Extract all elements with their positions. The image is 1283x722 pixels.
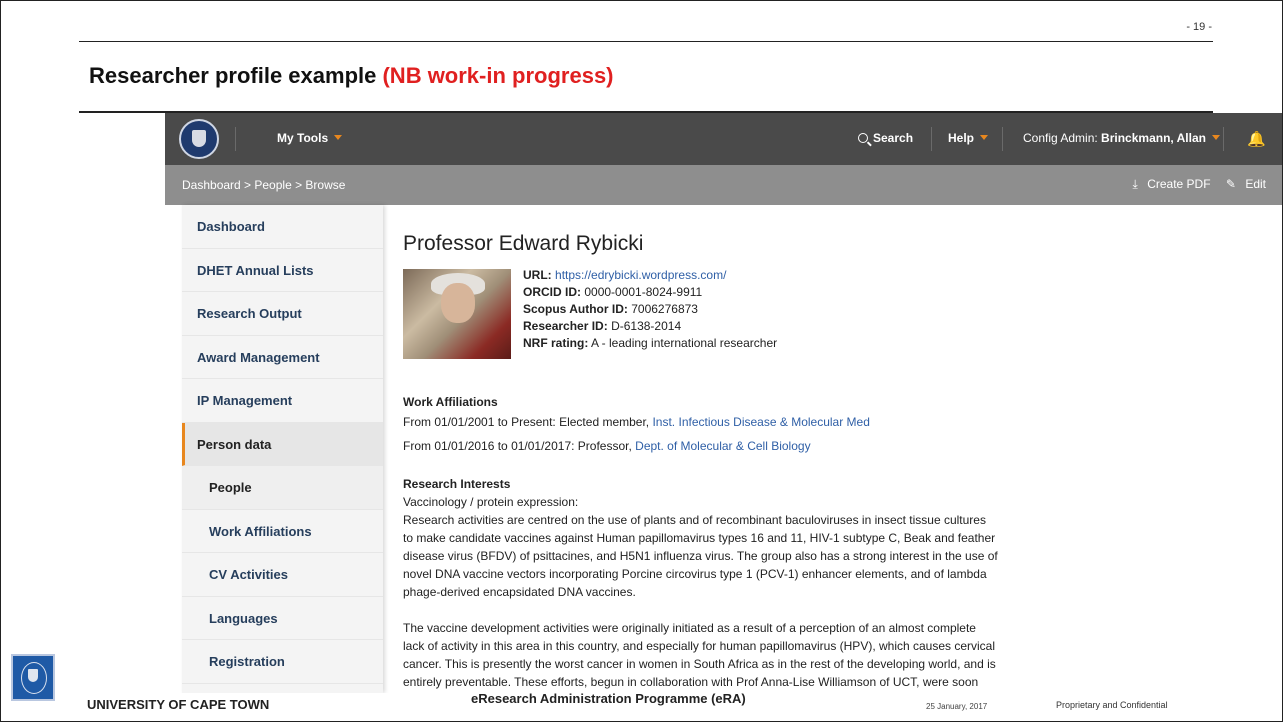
research-interests-heading: Research Interests: [403, 477, 511, 491]
sidebar-item-dashboard[interactable]: Dashboard: [182, 205, 383, 249]
researcher-id-label: Researcher ID:: [523, 319, 608, 333]
sidebar-item-cv-activities[interactable]: CV Activities: [182, 553, 383, 597]
navbar-separator: [1223, 127, 1224, 151]
paragraph-line: phage-derived encapsidated DNA vaccines.: [403, 585, 636, 599]
sidebar: Dashboard DHET Annual Lists Research Out…: [182, 205, 383, 693]
config-admin-menu[interactable]: Config Admin: Brinckmann, Allan: [1023, 131, 1220, 145]
paragraph-line: lack of activity in this area in this co…: [403, 639, 996, 653]
navbar-separator: [931, 127, 932, 151]
affiliation-row: From 01/01/2016 to 01/01/2017: Professor…: [403, 437, 1273, 455]
breadcrumb[interactable]: Dashboard > People > Browse: [182, 178, 345, 192]
config-admin-name: Brinckmann, Allan: [1101, 131, 1206, 145]
person-name: Professor Edward Rybicki: [403, 232, 644, 255]
affiliation-text: From 01/01/2001 to Present: Elected memb…: [403, 415, 653, 429]
search-button[interactable]: Search: [858, 131, 913, 145]
profile-photo: [403, 269, 511, 359]
affiliation-text: From 01/01/2016 to 01/01/2017: Professor…: [403, 439, 636, 453]
sidebar-item-award-management[interactable]: Award Management: [182, 336, 383, 379]
profile-summary: URL: https://edrybicki.wordpress.com/ OR…: [403, 267, 1273, 371]
sidebar-item-languages[interactable]: Languages: [182, 597, 383, 640]
paragraph-line: novel DNA vaccine vectors incorporating …: [403, 567, 987, 581]
researcher-id-value: D-6138-2014: [611, 319, 682, 333]
sidebar-item-work-affiliations[interactable]: Work Affiliations: [182, 510, 383, 553]
navbar-separator: [1002, 127, 1003, 151]
orcid-value: 0000-0001-8024-9911: [584, 285, 703, 299]
nrf-rating-label: NRF rating:: [523, 336, 589, 350]
sidebar-item-person-data[interactable]: Person data: [182, 422, 383, 466]
scopus-value: 7006276873: [631, 302, 698, 316]
affiliation-link[interactable]: Dept. of Molecular & Cell Biology: [635, 439, 810, 453]
profile-fields: URL: https://edrybicki.wordpress.com/ OR…: [523, 267, 777, 352]
slide-title-main: Researcher profile example: [89, 63, 383, 88]
paragraph-line: The vaccine development activities were …: [403, 621, 976, 635]
footer-confidential: Proprietary and Confidential: [1056, 700, 1168, 710]
sidebar-item-research-output[interactable]: Research Output: [182, 292, 383, 336]
footer-programme: eResearch Administration Programme (eRA): [471, 691, 746, 706]
download-icon: ⤓: [1132, 177, 1138, 191]
research-interests-subheading: Vaccinology / protein expression:: [403, 495, 579, 509]
paragraph-line: to make candidate vaccines against Human…: [403, 531, 996, 545]
slide-title: Researcher profile example (NB work-in p…: [89, 63, 614, 89]
footer-university: UNIVERSITY OF CAPE TOWN: [87, 697, 270, 712]
research-interests-paragraph: Research activities are centred on the u…: [403, 511, 1273, 601]
url-label: URL:: [523, 268, 552, 282]
my-tools-label: My Tools: [277, 131, 329, 145]
search-label: Search: [873, 131, 914, 145]
my-tools-menu[interactable]: My Tools: [277, 131, 343, 145]
research-interests-paragraph-2: The vaccine development activities were …: [403, 619, 1273, 691]
chevron-down-icon: [334, 135, 343, 140]
work-affiliations-heading: Work Affiliations: [403, 395, 498, 409]
breadcrumb-bar: Dashboard > People > Browse ⤓ Create PDF…: [165, 165, 1282, 205]
chevron-down-icon: [1211, 135, 1220, 140]
paragraph-line: entirely preventable. These efforts, beg…: [403, 675, 979, 689]
footer-date: 25 January, 2017: [926, 702, 988, 711]
pencil-icon: ✎: [1225, 177, 1236, 191]
page-number: - 19 -: [1186, 21, 1212, 33]
paragraph-line: cancer. This is presently the worst canc…: [403, 657, 996, 671]
profile-content: Professor Edward Rybicki URL: https://ed…: [403, 205, 1273, 691]
slide-title-note: (NB work-in progress): [382, 63, 614, 88]
top-navbar: My Tools Search Help Config Admin: Brinc…: [165, 113, 1282, 165]
create-pdf-button[interactable]: ⤓ Create PDF: [1127, 177, 1211, 191]
scopus-label: Scopus Author ID:: [523, 302, 628, 316]
sidebar-item-registration[interactable]: Registration: [182, 640, 383, 684]
sidebar-item-ip-management[interactable]: IP Management: [182, 379, 383, 423]
navbar-separator: [235, 127, 236, 151]
help-menu[interactable]: Help: [948, 131, 989, 145]
slide: - 19 - Researcher profile example (NB wo…: [0, 0, 1283, 722]
search-icon: [858, 133, 868, 143]
url-link[interactable]: https://edrybicki.wordpress.com/: [555, 268, 726, 282]
top-divider: [79, 41, 1213, 42]
sidebar-item-dhet-annual-lists[interactable]: DHET Annual Lists: [182, 249, 383, 292]
bell-icon[interactable]: 🔔: [1247, 130, 1266, 148]
help-label: Help: [948, 131, 975, 145]
nrf-rating-value: A - leading international researcher: [591, 336, 778, 350]
orcid-label: ORCID ID:: [523, 285, 581, 299]
edit-button[interactable]: ✎ Edit: [1220, 177, 1266, 191]
create-pdf-label: Create PDF: [1147, 177, 1211, 191]
paragraph-line: Research activities are centred on the u…: [403, 513, 986, 527]
sidebar-item-people[interactable]: People: [182, 466, 383, 510]
app-screenshot: My Tools Search Help Config Admin: Brinc…: [165, 113, 1282, 693]
chevron-down-icon: [980, 135, 989, 140]
config-admin-prefix: Config Admin:: [1023, 131, 1102, 145]
affiliation-link[interactable]: Inst. Infectious Disease & Molecular Med: [652, 415, 869, 429]
page-actions: ⤓ Create PDF ✎ Edit: [1121, 177, 1266, 192]
affiliation-row: From 01/01/2001 to Present: Elected memb…: [403, 413, 1273, 431]
uct-footer-logo: [11, 654, 55, 701]
uct-crest-icon[interactable]: [179, 119, 219, 159]
edit-label: Edit: [1245, 177, 1266, 191]
paragraph-line: disease virus (BFDV) of psittacines, and…: [403, 549, 998, 563]
